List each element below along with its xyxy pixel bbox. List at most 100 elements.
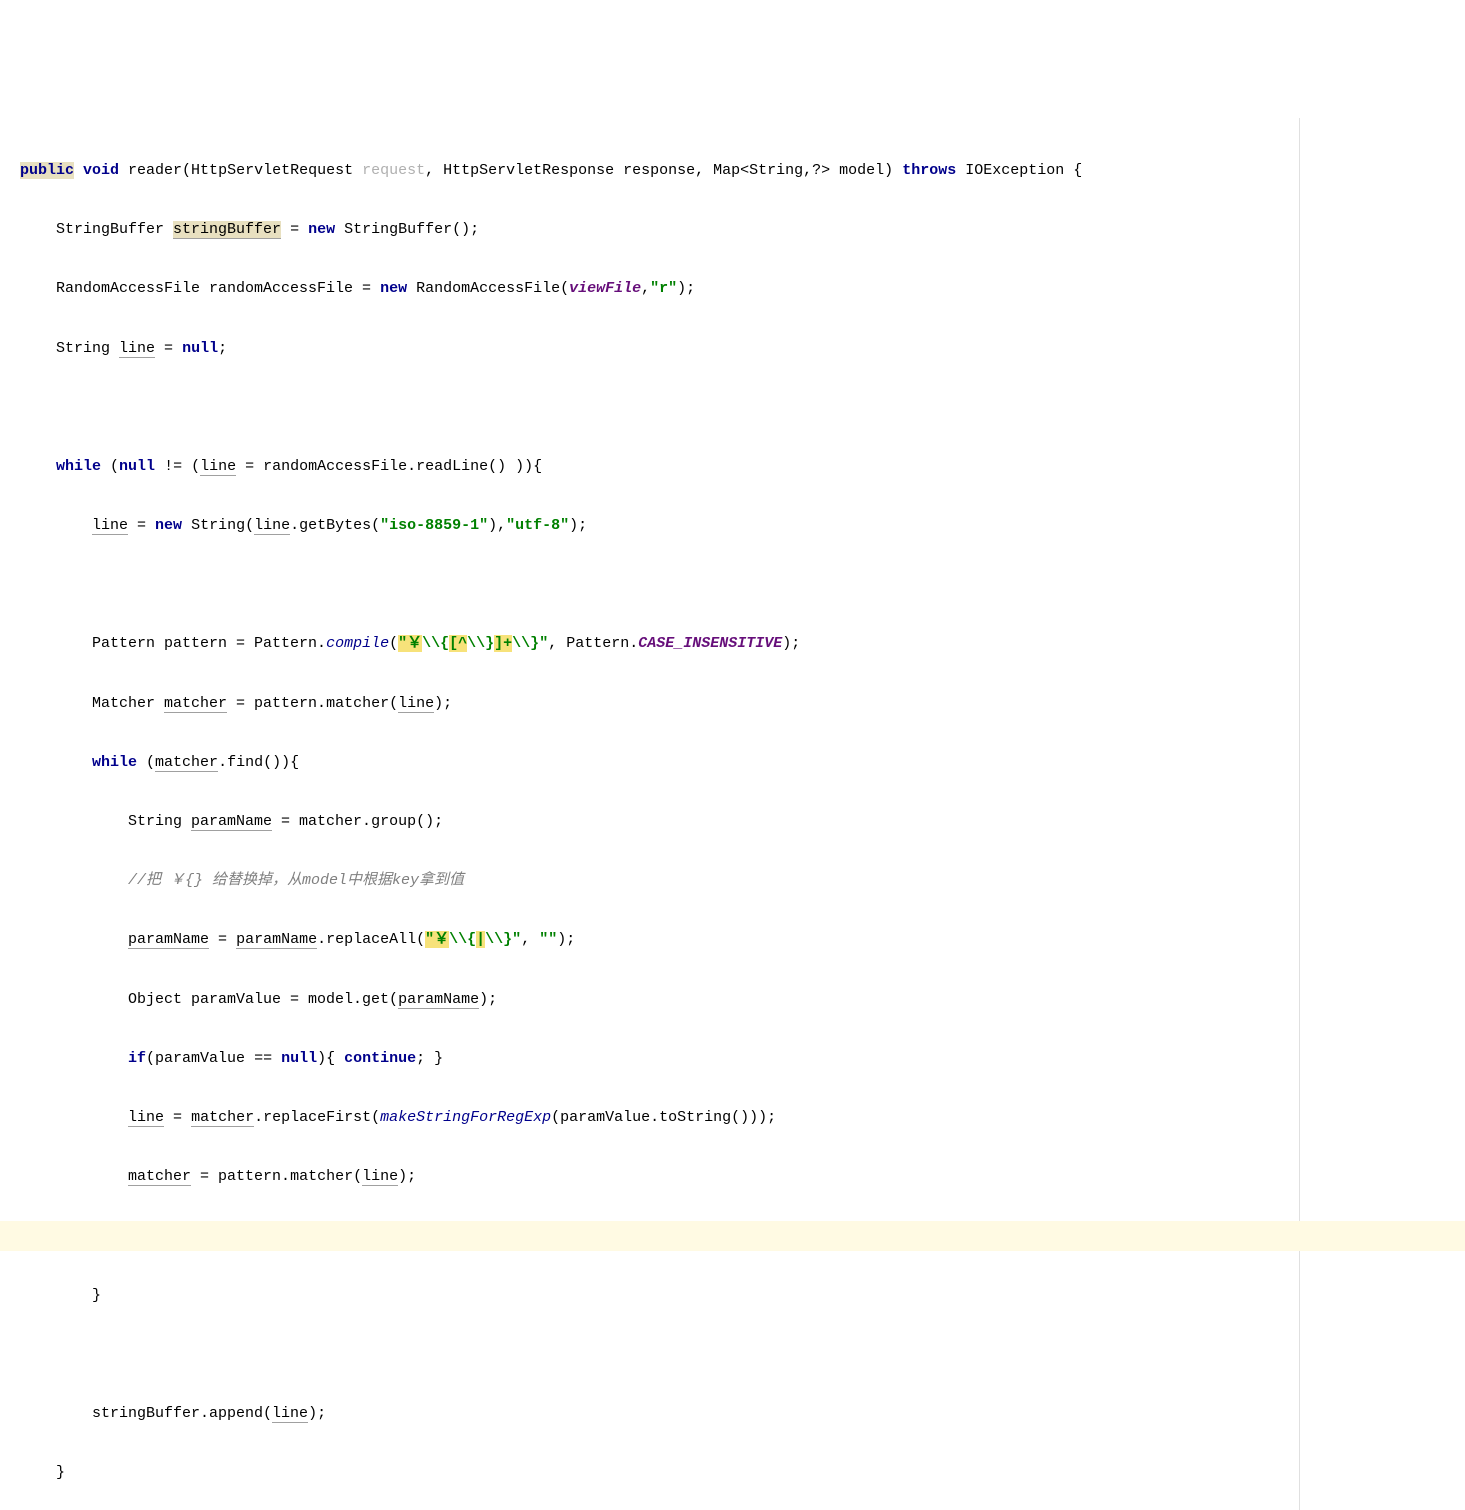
text: String xyxy=(20,813,191,830)
var-ref: matcher xyxy=(155,754,218,772)
text: Matcher xyxy=(20,695,164,712)
string-literal: " xyxy=(539,635,548,652)
exception: IOException { xyxy=(956,162,1082,179)
indent xyxy=(20,1168,128,1185)
text: , Pattern. xyxy=(548,635,638,652)
var-ref: line xyxy=(92,517,128,535)
string-literal: \\{ xyxy=(449,931,476,948)
string-literal: "" xyxy=(539,931,557,948)
text: RandomAccessFile randomAccessFile = xyxy=(20,280,380,297)
code-line[interactable]: RandomAccessFile randomAccessFile = new … xyxy=(0,274,1299,304)
var-ref: paramName xyxy=(128,931,209,949)
text: Pattern pattern = Pattern. xyxy=(20,635,326,652)
indent xyxy=(20,1109,128,1126)
string-literal: "￥ xyxy=(398,635,422,652)
var-ref: matcher xyxy=(128,1168,191,1186)
string-literal: "￥ xyxy=(425,931,449,948)
code-line[interactable]: } xyxy=(0,1458,1299,1488)
code-line[interactable]: String line = null; xyxy=(0,334,1299,364)
text: , xyxy=(641,280,650,297)
code-line[interactable]: StringBuffer stringBuffer = new StringBu… xyxy=(0,215,1299,245)
text: = xyxy=(128,517,155,534)
text: ); xyxy=(398,1168,416,1185)
comment: //把 ￥{} 给替换掉，从model中根据key拿到值 xyxy=(128,872,464,889)
text: ); xyxy=(479,991,497,1008)
keyword-public: public xyxy=(20,162,74,179)
code-line-current[interactable] xyxy=(0,1221,1465,1251)
code-line[interactable]: while (null != (line = randomAccessFile.… xyxy=(0,452,1299,482)
method-call: makeStringForRegExp xyxy=(380,1109,551,1126)
code-line[interactable]: Pattern pattern = Pattern.compile("￥\\{[… xyxy=(0,629,1299,659)
text: = xyxy=(155,340,182,357)
code-line[interactable] xyxy=(0,393,1299,423)
keyword-null: null xyxy=(119,458,155,475)
brace: } xyxy=(20,1464,65,1481)
indent xyxy=(20,754,92,771)
var-ref: line xyxy=(398,695,434,713)
static-field: CASE_INSENSITIVE xyxy=(638,635,782,652)
text: .find()){ xyxy=(218,754,299,771)
var-ref: line xyxy=(128,1109,164,1127)
string-literal: \\} xyxy=(467,635,494,652)
keyword-while: while xyxy=(92,754,137,771)
unused-param: request xyxy=(362,162,425,179)
keyword-throws: throws xyxy=(902,162,956,179)
text: ( xyxy=(101,458,119,475)
code-line[interactable] xyxy=(0,1340,1299,1370)
var-ref: line xyxy=(254,517,290,535)
text: = xyxy=(164,1109,191,1126)
text: RandomAccessFile( xyxy=(407,280,569,297)
code-line[interactable]: stringBuffer.append(line); xyxy=(0,1399,1299,1429)
text: = xyxy=(281,221,308,238)
text: ); xyxy=(557,931,575,948)
text: ){ xyxy=(317,1050,344,1067)
text: .getBytes( xyxy=(290,517,380,534)
var-ref: paramName xyxy=(236,931,317,949)
indent xyxy=(20,1050,128,1067)
code-line[interactable]: paramName = paramName.replaceAll("￥\\{|\… xyxy=(0,925,1299,955)
text: .replaceAll( xyxy=(317,931,425,948)
var-ref: paramName xyxy=(398,991,479,1009)
var-ref: line xyxy=(200,458,236,476)
keyword-null: null xyxy=(281,1050,317,1067)
code-line[interactable]: //把 ￥{} 给替换掉，从model中根据key拿到值 xyxy=(0,866,1299,896)
field: viewFile xyxy=(569,280,641,297)
code-line[interactable]: public void reader(HttpServletRequest re… xyxy=(0,156,1299,186)
text: ); xyxy=(677,280,695,297)
text: != ( xyxy=(155,458,200,475)
keyword-new: new xyxy=(380,280,407,297)
code-editor[interactable]: public void reader(HttpServletRequest re… xyxy=(0,118,1300,1510)
text: ); xyxy=(308,1405,326,1422)
code-line[interactable]: matcher = pattern.matcher(line); xyxy=(0,1162,1299,1192)
string-literal: \\{ xyxy=(422,635,449,652)
string-literal: ]+ xyxy=(494,635,512,652)
var-decl: paramName xyxy=(191,813,272,831)
sig-rest: , HttpServletResponse response, Map<Stri… xyxy=(425,162,902,179)
brace: } xyxy=(20,1287,101,1304)
keyword-new: new xyxy=(308,221,335,238)
var-decl: matcher xyxy=(164,695,227,713)
string-literal: "utf-8" xyxy=(506,517,569,534)
method-signature: reader(HttpServletRequest xyxy=(119,162,362,179)
code-line[interactable]: Object paramValue = model.get(paramName)… xyxy=(0,985,1299,1015)
code-line[interactable]: Matcher matcher = pattern.matcher(line); xyxy=(0,689,1299,719)
var-ref: line xyxy=(272,1405,308,1423)
var-decl: stringBuffer xyxy=(173,221,281,239)
code-line[interactable]: if(paramValue == null){ continue; } xyxy=(0,1044,1299,1074)
text: = pattern.matcher( xyxy=(227,695,398,712)
code-line[interactable]: line = new String(line.getBytes("iso-885… xyxy=(0,511,1299,541)
string-literal: " xyxy=(512,931,521,948)
string-literal: "r" xyxy=(650,280,677,297)
text: = pattern.matcher( xyxy=(191,1168,362,1185)
static-method: compile xyxy=(326,635,389,652)
string-literal: [^ xyxy=(449,635,467,652)
code-line[interactable]: while (matcher.find()){ xyxy=(0,748,1299,778)
code-line[interactable] xyxy=(0,570,1299,600)
code-line[interactable]: String paramName = matcher.group(); xyxy=(0,807,1299,837)
keyword-new: new xyxy=(155,517,182,534)
code-line[interactable]: } xyxy=(0,1281,1299,1311)
code-line[interactable]: line = matcher.replaceFirst(makeStringFo… xyxy=(0,1103,1299,1133)
text: ), xyxy=(488,517,506,534)
text: ; xyxy=(218,340,227,357)
string-literal: \\} xyxy=(512,635,539,652)
